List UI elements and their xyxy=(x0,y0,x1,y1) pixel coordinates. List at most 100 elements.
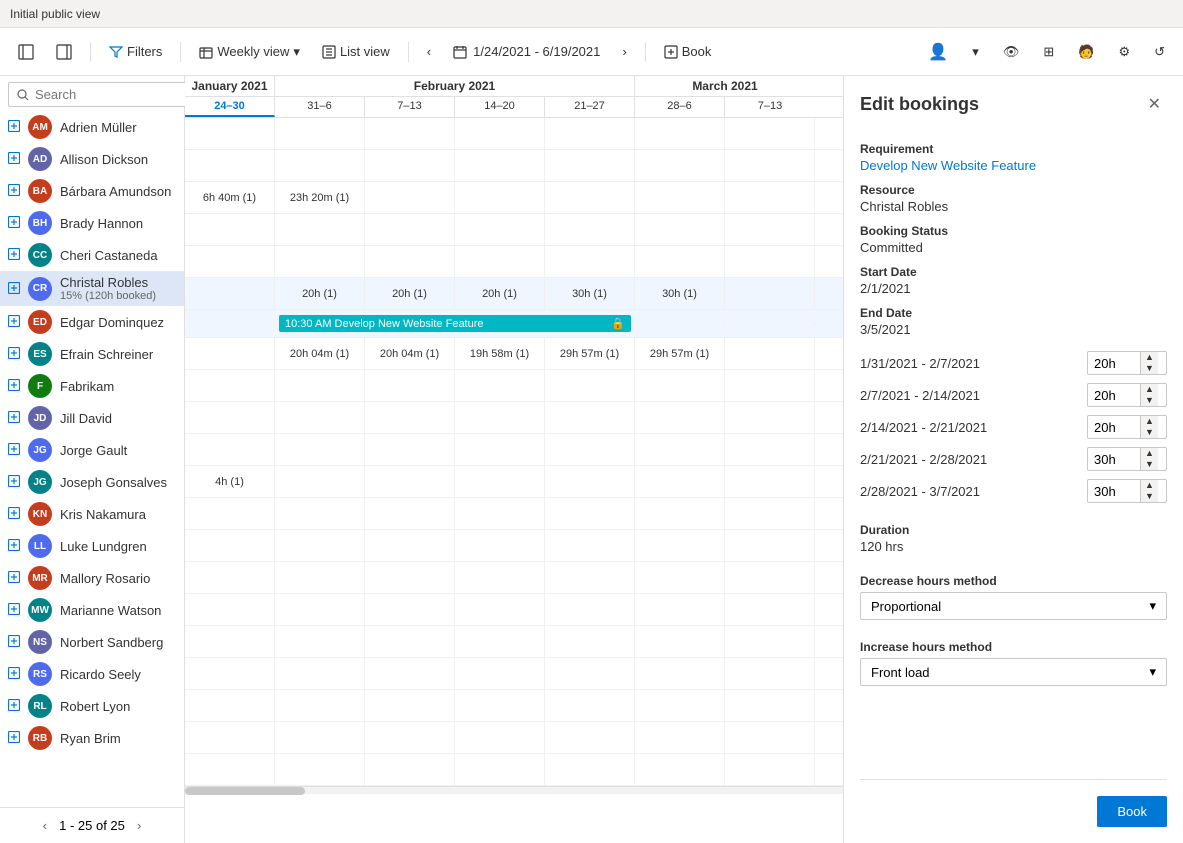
list-item[interactable]: RLRobert Lyon xyxy=(0,690,184,722)
list-item[interactable]: RBRyan Brim xyxy=(0,722,184,754)
expand-icon[interactable] xyxy=(8,538,20,554)
avatar: BA xyxy=(28,179,52,203)
increment-btn[interactable]: ▲ xyxy=(1141,480,1158,491)
decrement-btn[interactable]: ▼ xyxy=(1141,427,1158,438)
decrement-btn[interactable]: ▼ xyxy=(1141,459,1158,470)
hours-spinner[interactable]: ▲ ▼ xyxy=(1087,415,1167,439)
close-panel-btn[interactable]: ✕ xyxy=(1142,92,1167,116)
person-add-icon-btn[interactable]: 🧑 xyxy=(1070,40,1102,64)
cal-cell xyxy=(185,214,275,245)
expand-icon[interactable] xyxy=(8,119,20,135)
list-view-btn[interactable]: List view xyxy=(314,40,398,63)
cal-cell xyxy=(455,594,545,625)
decrease-method-dropdown[interactable]: Proportional ▾ xyxy=(860,592,1167,620)
list-item[interactable]: ADAllison Dickson xyxy=(0,143,184,175)
list-item[interactable]: AMAdrien Müller xyxy=(0,111,184,143)
week-21-27[interactable]: 21–27 xyxy=(545,97,635,117)
booking-bar[interactable]: 10:30 AM Develop New Website Feature🔒 xyxy=(275,313,635,334)
settings-icon-btn[interactable]: ⚙ xyxy=(1110,40,1138,64)
refresh-icon-btn[interactable]: ↺ xyxy=(1146,40,1173,64)
increment-btn[interactable]: ▲ xyxy=(1141,416,1158,427)
expand-icon[interactable] xyxy=(8,151,20,167)
expand-icon[interactable] xyxy=(8,346,20,362)
expand-icon[interactable] xyxy=(8,314,20,330)
panel-toggle-btn[interactable] xyxy=(10,40,42,64)
week-31-6[interactable]: 31–6 xyxy=(275,97,365,117)
list-item[interactable]: KNKris Nakamura xyxy=(0,498,184,530)
list-item[interactable]: JGJorge Gault xyxy=(0,434,184,466)
cal-cell xyxy=(275,466,365,497)
list-item[interactable]: CCCheri Castaneda xyxy=(0,239,184,271)
grid-icon-btn[interactable]: ⊞ xyxy=(1035,40,1062,64)
prev-page-btn[interactable]: ‹ xyxy=(39,816,51,835)
next-page-btn[interactable]: › xyxy=(133,816,145,835)
expand-icon[interactable] xyxy=(8,602,20,618)
hours-input[interactable] xyxy=(1088,385,1140,406)
week-7-13[interactable]: 7–13 xyxy=(365,97,455,117)
chevron-down-btn[interactable]: ▾ xyxy=(964,40,987,64)
increment-btn[interactable]: ▲ xyxy=(1141,352,1158,363)
book-btn[interactable]: Book xyxy=(1097,796,1167,827)
prev-date-btn[interactable]: ‹ xyxy=(419,40,439,63)
decrement-btn[interactable]: ▼ xyxy=(1141,363,1158,374)
list-item[interactable]: ESEfrain Schreiner xyxy=(0,338,184,370)
list-item[interactable]: RSRicardo Seely xyxy=(0,658,184,690)
book-toolbar-btn[interactable]: Book xyxy=(656,40,720,63)
panel-toggle-btn2[interactable] xyxy=(48,40,80,64)
hours-spinner[interactable]: ▲ ▼ xyxy=(1087,479,1167,503)
table-row xyxy=(185,530,843,562)
hours-input[interactable] xyxy=(1088,353,1140,374)
next-date-btn[interactable]: › xyxy=(614,40,634,63)
hours-spinner[interactable]: ▲ ▼ xyxy=(1087,383,1167,407)
eye-icon-btn[interactable]: 👁 xyxy=(995,40,1028,64)
scrollbar-track[interactable] xyxy=(185,786,843,794)
cal-cell xyxy=(545,466,635,497)
expand-icon[interactable] xyxy=(8,666,20,682)
decrement-btn[interactable]: ▼ xyxy=(1141,395,1158,406)
hours-spinner[interactable]: ▲ ▼ xyxy=(1087,447,1167,471)
expand-icon[interactable] xyxy=(8,215,20,231)
decrement-btn[interactable]: ▼ xyxy=(1141,491,1158,502)
expand-icon[interactable] xyxy=(8,410,20,426)
week-28-6[interactable]: 28–6 xyxy=(635,97,725,117)
list-item[interactable]: MWMarianne Watson xyxy=(0,594,184,626)
expand-icon[interactable] xyxy=(8,474,20,490)
expand-icon[interactable] xyxy=(8,634,20,650)
scrollbar-thumb[interactable] xyxy=(185,787,305,795)
expand-icon[interactable] xyxy=(8,183,20,199)
list-item[interactable]: MRMallory Rosario xyxy=(0,562,184,594)
expand-icon[interactable] xyxy=(8,570,20,586)
hours-input[interactable] xyxy=(1088,481,1140,502)
list-item[interactable]: BHBrady Hannon xyxy=(0,207,184,239)
expand-icon[interactable] xyxy=(8,442,20,458)
week-7-13-mar[interactable]: 7–13 xyxy=(725,97,815,117)
table-row: 4h (1) xyxy=(185,466,843,498)
user-icon-btn[interactable]: 👤 xyxy=(920,38,956,66)
hours-spinner[interactable]: ▲ ▼ xyxy=(1087,351,1167,375)
expand-icon[interactable] xyxy=(8,378,20,394)
list-item[interactable]: NSNorbert Sandberg xyxy=(0,626,184,658)
list-item[interactable]: LLLuke Lundgren xyxy=(0,530,184,562)
increment-btn[interactable]: ▲ xyxy=(1141,448,1158,459)
cal-cell xyxy=(725,402,815,433)
weekly-view-btn[interactable]: Weekly view ▾ xyxy=(191,40,308,64)
list-item[interactable]: JDJill David xyxy=(0,402,184,434)
list-item[interactable]: CRChristal Robles15% (120h booked) xyxy=(0,271,184,306)
date-range-btn[interactable]: 1/24/2021 - 6/19/2021 xyxy=(445,40,608,63)
list-item[interactable]: BABárbara Amundson xyxy=(0,175,184,207)
list-item[interactable]: FFabrikam xyxy=(0,370,184,402)
list-item[interactable]: EDEdgar Dominquez xyxy=(0,306,184,338)
increment-btn[interactable]: ▲ xyxy=(1141,384,1158,395)
hours-input[interactable] xyxy=(1088,417,1140,438)
expand-icon[interactable] xyxy=(8,281,20,297)
filters-btn[interactable]: Filters xyxy=(101,40,170,63)
expand-icon[interactable] xyxy=(8,698,20,714)
list-item[interactable]: JGJoseph Gonsalves xyxy=(0,466,184,498)
expand-icon[interactable] xyxy=(8,247,20,263)
hours-input[interactable] xyxy=(1088,449,1140,470)
increase-method-dropdown[interactable]: Front load ▾ xyxy=(860,658,1167,686)
week-14-20[interactable]: 14–20 xyxy=(455,97,545,117)
expand-icon[interactable] xyxy=(8,730,20,746)
expand-icon[interactable] xyxy=(8,506,20,522)
week-24-30[interactable]: 24–30 xyxy=(185,97,275,117)
